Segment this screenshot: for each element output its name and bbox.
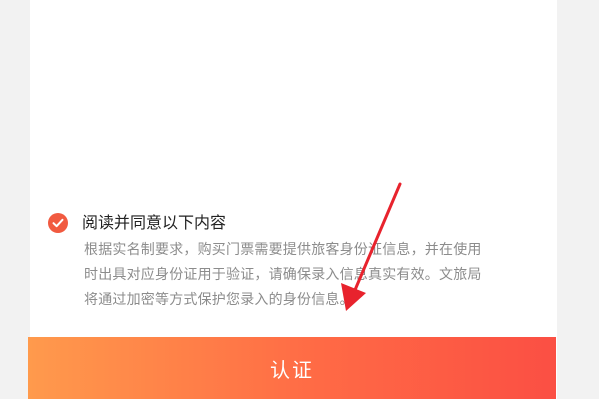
consent-description-line: 将通过加密等方式保护您录入的身份信息。 <box>84 292 354 308</box>
verify-button[interactable]: 认证 <box>28 337 556 399</box>
consent-description-line: 时出具对应身份证用于验证，请确保录入信息真实有效。文旅局 <box>84 267 482 283</box>
consent-title[interactable]: 阅读并同意以下内容 <box>82 212 226 234</box>
consent-description: 根据实名制要求，购买门票需要提供旅客身份证信息，并在使用 时出具对应身份证用于验… <box>84 238 534 313</box>
consent-row[interactable]: 阅读并同意以下内容 <box>48 212 226 234</box>
consent-description-line: 根据实名制要求，购买门票需要提供旅客身份证信息，并在使用 <box>84 242 482 258</box>
check-circle-icon[interactable] <box>48 213 68 233</box>
